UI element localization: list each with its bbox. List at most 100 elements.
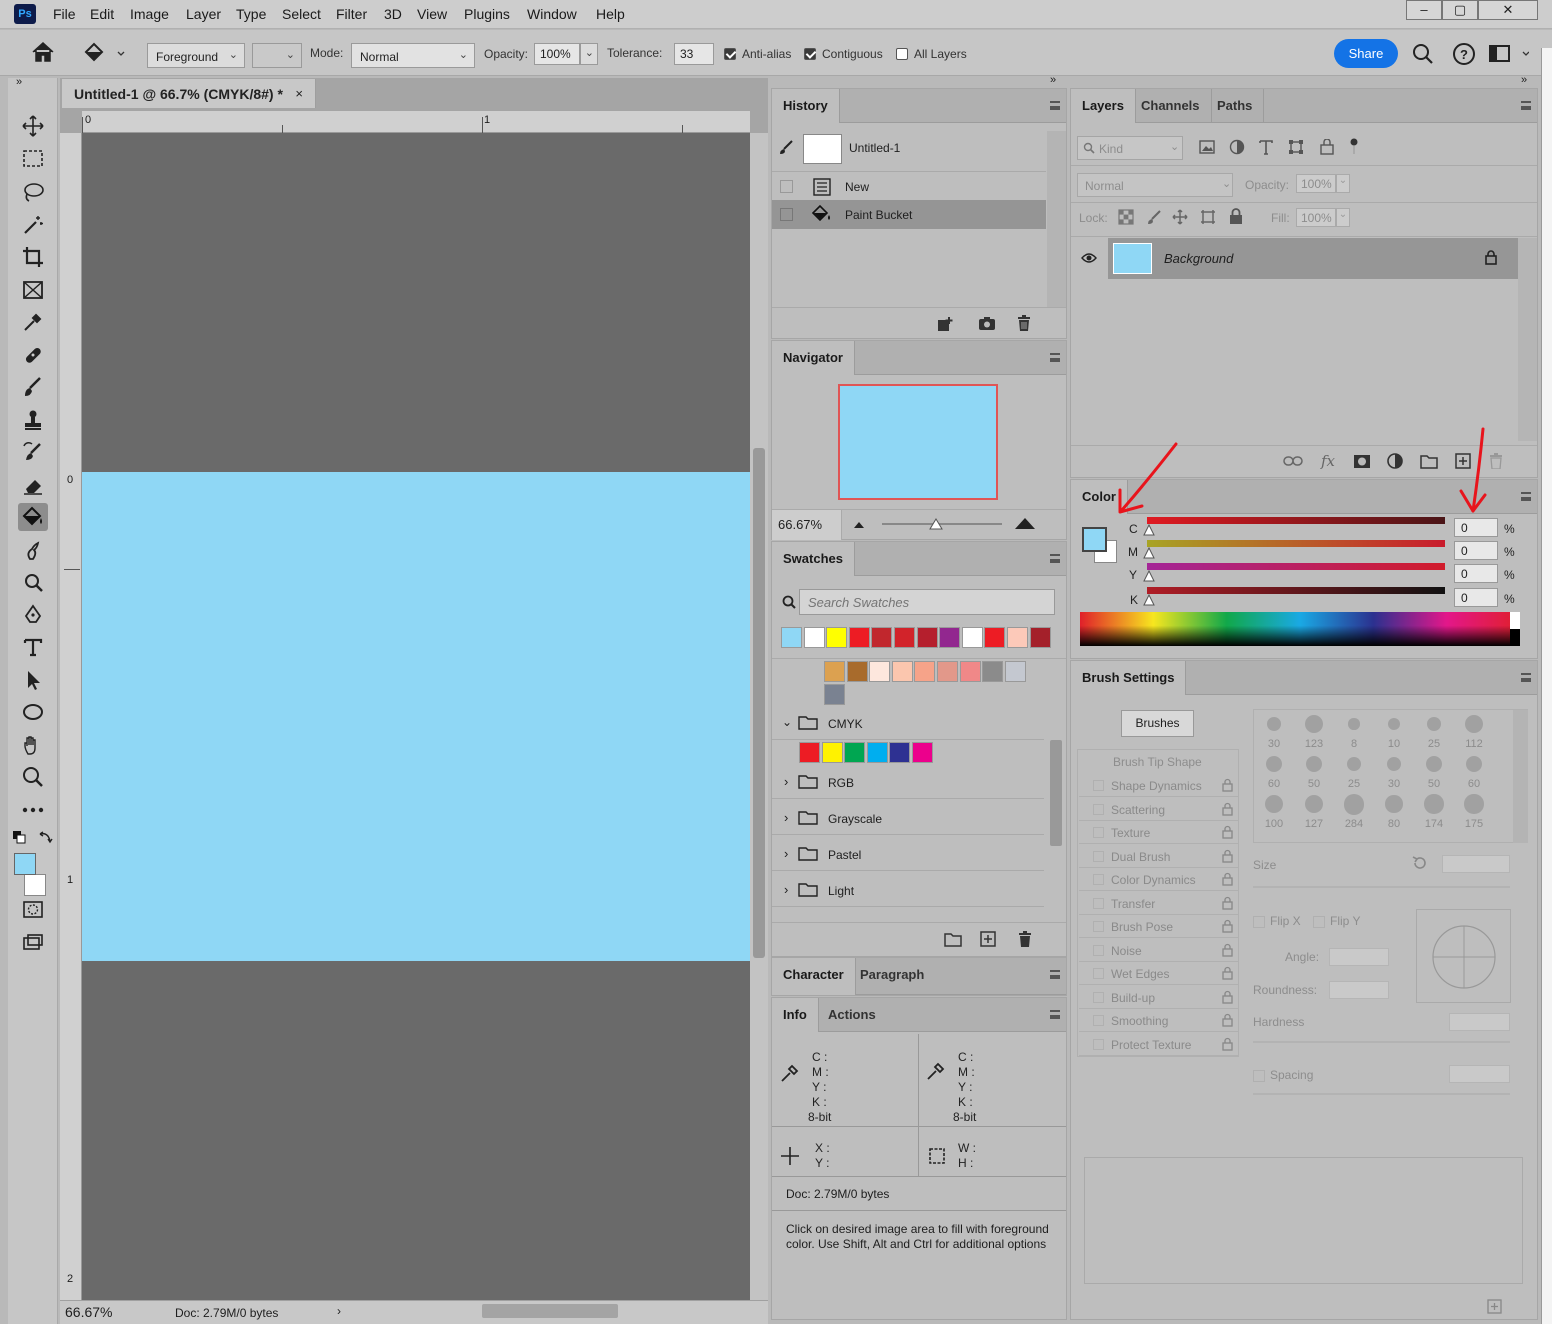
lock-icon[interactable]: [1222, 1013, 1233, 1027]
swatch-group-pastel[interactable]: › Pastel: [772, 838, 1044, 871]
layer-row-background[interactable]: Background: [1108, 238, 1518, 279]
history-scrollbar[interactable]: [1047, 131, 1066, 307]
color-swatch[interactable]: [871, 627, 893, 648]
brush-tip[interactable]: 100: [1254, 792, 1294, 832]
menu-view[interactable]: View: [417, 6, 447, 22]
white-ramp-swatch[interactable]: [1510, 612, 1520, 629]
tab-swatches[interactable]: Swatches: [772, 542, 855, 576]
color-swatch[interactable]: [959, 661, 981, 682]
color-swatch[interactable]: [937, 661, 958, 682]
layer-opacity-dropdown[interactable]: ⌄: [1336, 174, 1350, 193]
chevron-right-icon[interactable]: ›: [784, 774, 788, 789]
fx-icon[interactable]: fx: [1321, 452, 1335, 470]
brush-option-checkbox[interactable]: [1093, 944, 1104, 956]
hardness-slider[interactable]: [1253, 1041, 1510, 1043]
menu-plugins[interactable]: Plugins: [464, 6, 510, 22]
lasso-tool-icon[interactable]: [18, 178, 48, 206]
menu-type[interactable]: Type: [236, 6, 266, 22]
lock-artboard-icon[interactable]: [1200, 209, 1216, 225]
color-swatch[interactable]: [824, 661, 845, 682]
lock-position-icon[interactable]: [1172, 209, 1188, 225]
angle-input[interactable]: [1329, 948, 1389, 966]
panel-menu-icon[interactable]: [1521, 492, 1531, 501]
brush-option[interactable]: Wet Edges: [1079, 963, 1239, 985]
lock-icon[interactable]: [1222, 872, 1233, 886]
dodge-tool-icon[interactable]: [18, 568, 48, 596]
brush-tip[interactable]: 112: [1454, 712, 1494, 752]
eyedropper-tool-icon[interactable]: [18, 308, 48, 336]
spacing-slider[interactable]: [1253, 1093, 1510, 1095]
brush-option-checkbox[interactable]: [1093, 1038, 1104, 1050]
brush-option[interactable]: Scattering: [1079, 799, 1239, 821]
brush-tip[interactable]: 60: [1454, 752, 1494, 792]
history-state[interactable]: New: [772, 171, 1046, 200]
lock-icon[interactable]: [1222, 990, 1233, 1004]
menu-select[interactable]: Select: [282, 6, 321, 22]
brush-tip[interactable]: 123: [1294, 712, 1334, 752]
hand-tool-icon[interactable]: [18, 731, 48, 759]
brush-option[interactable]: Smoothing: [1079, 1010, 1239, 1032]
clone-stamp-tool-icon[interactable]: [18, 406, 48, 434]
brush-option-checkbox[interactable]: [1093, 780, 1104, 791]
brush-tip[interactable]: 50: [1294, 752, 1334, 792]
collapse-toolbar-icon[interactable]: »: [16, 76, 22, 88]
panel-menu-icon[interactable]: [1050, 554, 1060, 563]
color-swatch[interactable]: [961, 627, 983, 648]
yellow-slider[interactable]: [1147, 563, 1445, 570]
lock-transparent-icon[interactable]: [1118, 209, 1134, 225]
new-group-icon[interactable]: [1420, 454, 1438, 469]
brush-option-checkbox[interactable]: [1093, 921, 1104, 932]
move-tool-icon[interactable]: [18, 112, 48, 140]
add-mask-icon[interactable]: [1353, 454, 1371, 469]
history-brush-source-icon[interactable]: [778, 139, 794, 155]
workspace-icon[interactable]: [1489, 44, 1529, 64]
history-snapshot[interactable]: Untitled-1: [772, 131, 1046, 164]
yellow-slider-handle[interactable]: [1143, 570, 1155, 582]
filter-smart-object-icon[interactable]: [1319, 139, 1335, 155]
tab-paragraph[interactable]: Paragraph: [849, 958, 935, 992]
tolerance-input[interactable]: 33: [674, 43, 714, 65]
more-tools-icon[interactable]: [18, 796, 48, 824]
black-input[interactable]: 0: [1454, 588, 1498, 607]
filter-pixel-icon[interactable]: [1199, 140, 1215, 154]
panel-menu-icon[interactable]: [1050, 1010, 1060, 1019]
layer-kind-filter[interactable]: Kind ⌄: [1077, 136, 1183, 160]
layer-fill-input[interactable]: 100%: [1296, 208, 1336, 227]
camera-icon[interactable]: [978, 316, 996, 331]
brush-tip[interactable]: 127: [1294, 792, 1334, 832]
swatch-group-light[interactable]: › Light: [772, 874, 1044, 907]
layers-scrollbar[interactable]: [1518, 238, 1537, 441]
chevron-right-icon[interactable]: ›: [784, 882, 788, 897]
brush-option-checkbox[interactable]: [1093, 1015, 1104, 1026]
color-swatch[interactable]: [982, 661, 1004, 682]
antialias-checkbox[interactable]: [724, 48, 736, 60]
visibility-eye-icon[interactable]: [1081, 253, 1097, 263]
magic-wand-tool-icon[interactable]: [18, 211, 48, 239]
tab-history[interactable]: History: [772, 89, 840, 123]
maximize-button[interactable]: ▢: [1442, 0, 1478, 20]
history-state-active[interactable]: Paint Bucket: [772, 200, 1046, 229]
brush-option-checkbox[interactable]: [1093, 991, 1104, 1003]
brush-option[interactable]: Dual Brush: [1079, 846, 1239, 868]
path-selection-tool-icon[interactable]: [18, 666, 48, 694]
color-swatch[interactable]: [1029, 627, 1051, 648]
home-icon[interactable]: [30, 41, 56, 63]
lock-icon[interactable]: [1222, 802, 1233, 816]
layer-blend-mode-dropdown[interactable]: Normal ⌄: [1077, 173, 1233, 197]
close-tab-icon[interactable]: ×: [295, 86, 303, 101]
brush-option[interactable]: Transfer: [1079, 893, 1239, 915]
foreground-color-swatch[interactable]: [14, 853, 36, 875]
brush-option-checkbox[interactable]: [1093, 827, 1104, 838]
color-swatch[interactable]: [891, 661, 913, 682]
color-swatch[interactable]: [846, 661, 868, 682]
spacing-input[interactable]: [1449, 1065, 1510, 1083]
panel-menu-icon[interactable]: [1050, 353, 1060, 362]
brush-option-checkbox[interactable]: [1093, 874, 1104, 885]
cyan-slider-handle[interactable]: [1143, 524, 1155, 536]
lock-all-icon[interactable]: [1229, 208, 1243, 224]
black-ramp-swatch[interactable]: [1510, 629, 1520, 646]
horizontal-scroll-thumb[interactable]: [482, 1304, 618, 1318]
link-layers-icon[interactable]: [1283, 455, 1303, 467]
lock-icon[interactable]: [1222, 778, 1233, 792]
history-brush-tool-icon[interactable]: [18, 438, 48, 466]
